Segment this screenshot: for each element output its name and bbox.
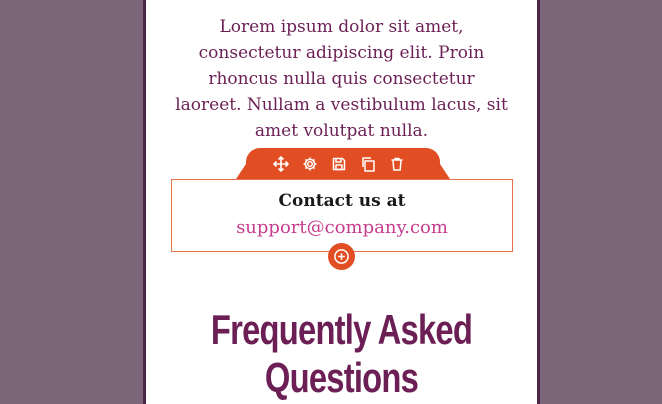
contact-label: Contact us at xyxy=(278,191,406,211)
move-icon[interactable] xyxy=(271,154,291,174)
gear-icon[interactable] xyxy=(300,154,320,174)
editor-canvas: Lorem ipsum dolor sit amet, consectetur … xyxy=(0,0,662,404)
add-block-button[interactable] xyxy=(328,243,355,270)
faq-heading[interactable]: Frequently Asked Questions xyxy=(189,306,494,402)
page-preview: Lorem ipsum dolor sit amet, consectetur … xyxy=(143,0,540,404)
save-icon[interactable] xyxy=(329,154,349,174)
contact-block[interactable]: Contact us at support@company.com xyxy=(171,179,513,252)
plus-circle-icon xyxy=(334,249,349,264)
lorem-paragraph[interactable]: Lorem ipsum dolor sit amet, consectetur … xyxy=(146,14,537,144)
block-toolbar xyxy=(236,148,450,179)
contact-email-link[interactable]: support@company.com xyxy=(172,217,512,238)
duplicate-icon[interactable] xyxy=(358,154,378,174)
trash-icon[interactable] xyxy=(387,154,407,174)
